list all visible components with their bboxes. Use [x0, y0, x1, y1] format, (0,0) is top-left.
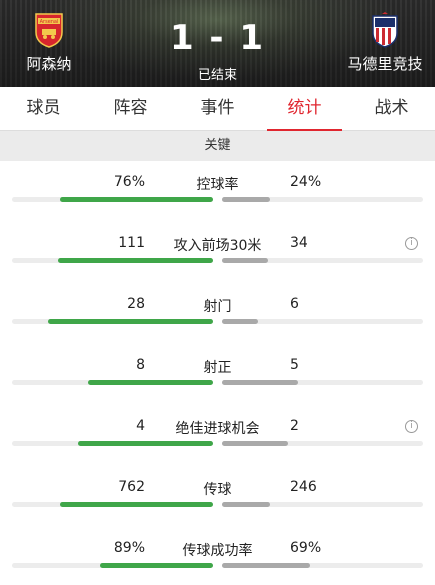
away-bar-track — [222, 441, 423, 446]
stat-label: 传球成功率 — [182, 543, 253, 559]
away-bar-track — [222, 502, 423, 507]
away-value: 69% — [290, 540, 322, 556]
atletico-crest-icon — [372, 12, 398, 48]
stat-label: 攻入前场30米 — [173, 238, 262, 254]
stat-row-possession: 76% 控球率 24% — [0, 161, 435, 222]
away-bar-fill — [222, 197, 270, 202]
home-bar-track — [12, 380, 213, 385]
away-team-name: 马德里竞技 — [347, 55, 423, 73]
home-bar-track — [12, 502, 213, 507]
info-icon[interactable]: i — [405, 420, 418, 433]
away-bar-fill — [222, 258, 268, 263]
away-bar-track — [222, 197, 423, 202]
stats-list: 76% 控球率 24% 111 攻入前场30米 34 i 28 射门 6 8 射… — [0, 161, 435, 585]
stat-row-shots: 28 射门 6 — [0, 283, 435, 344]
stat-row-final-third-entries: 111 攻入前场30米 34 i — [0, 222, 435, 283]
stat-label: 传球 — [203, 482, 232, 498]
home-bar-track — [12, 319, 213, 324]
stat-label: 绝佳进球机会 — [175, 421, 260, 437]
home-bar-fill — [58, 258, 213, 263]
away-value: 24% — [290, 174, 322, 190]
tab-events[interactable]: 事件 — [174, 87, 261, 130]
section-title: 关键 — [0, 131, 435, 161]
away-bar-track — [222, 380, 423, 385]
tab-players[interactable]: 球员 — [0, 87, 87, 130]
away-team[interactable]: 马德里竞技 — [335, 12, 435, 74]
stat-label: 射门 — [203, 299, 232, 315]
home-bar-fill — [88, 380, 213, 385]
away-bar-fill — [222, 319, 258, 324]
tab-bar: 球员 阵容 事件 统计 战术 — [0, 87, 435, 131]
away-bar-track — [222, 563, 423, 568]
info-icon[interactable]: i — [405, 237, 418, 250]
home-bar-fill — [78, 441, 213, 446]
away-value: 246 — [290, 479, 317, 495]
stat-row-shots-on-target: 8 射正 5 — [0, 344, 435, 405]
away-bar-track — [222, 258, 423, 263]
away-value: 6 — [290, 296, 299, 312]
stat-row-pass-accuracy: 89% 传球成功率 69% — [0, 527, 435, 585]
away-bar-fill — [222, 502, 270, 507]
away-bar-fill — [222, 563, 310, 568]
stat-row-passes: 762 传球 246 — [0, 466, 435, 527]
stat-label: 射正 — [203, 360, 232, 376]
home-bar-track — [12, 563, 213, 568]
home-bar-fill — [100, 563, 213, 568]
match-header: Arsenal 阿森纳 1 - 1 已结束 马德里竞技 — [0, 0, 435, 87]
home-bar-track — [12, 197, 213, 202]
stat-label: 控球率 — [196, 177, 239, 193]
away-bar-fill — [222, 380, 298, 385]
home-bar-track — [12, 258, 213, 263]
away-value: 5 — [290, 357, 299, 373]
tab-tactics[interactable]: 战术 — [348, 87, 435, 130]
away-value: 2 — [290, 418, 299, 434]
stat-row-big-chances: 4 绝佳进球机会 2 i — [0, 405, 435, 466]
away-bar-fill — [222, 441, 288, 446]
home-bar-fill — [60, 197, 213, 202]
home-bar-fill — [48, 319, 213, 324]
tab-lineup[interactable]: 阵容 — [87, 87, 174, 130]
away-value: 34 — [290, 235, 308, 251]
home-bar-track — [12, 441, 213, 446]
tab-stats[interactable]: 统计 — [261, 87, 348, 131]
away-bar-track — [222, 319, 423, 324]
home-bar-fill — [60, 502, 213, 507]
